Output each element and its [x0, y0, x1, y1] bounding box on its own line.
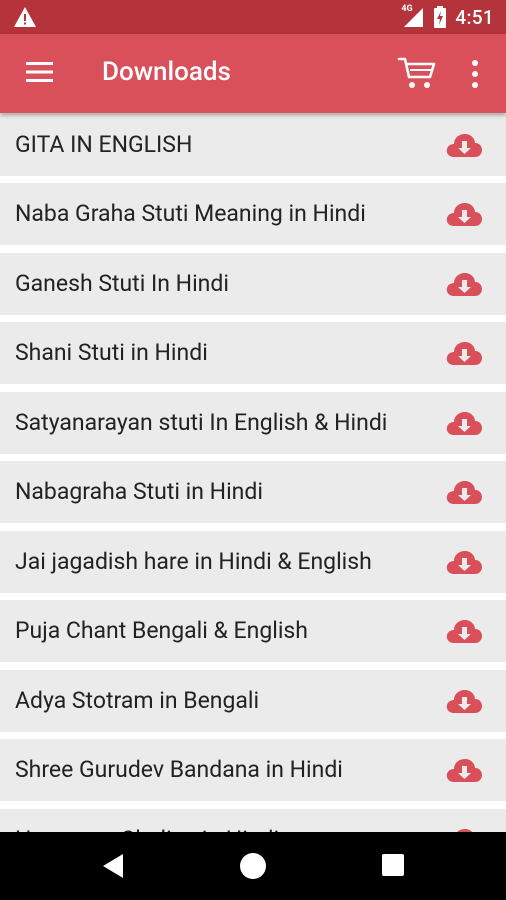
more-vert-icon[interactable] [468, 59, 482, 89]
list-item[interactable]: Shree Gurudev Bandana in Hindi [0, 739, 506, 801]
list-item-label: Nabagraha Stuti in Hindi [15, 478, 263, 505]
cloud-download-icon[interactable] [444, 547, 484, 577]
list-item-label: Naba Graha Stuti Meaning in Hindi [15, 200, 366, 227]
list-item[interactable]: Ganesh Stuti In Hindi [0, 253, 506, 315]
list-item[interactable]: Naba Graha Stuti Meaning in Hindi [0, 183, 506, 245]
cloud-download-icon[interactable] [444, 477, 484, 507]
warning-icon [14, 7, 36, 27]
list-item-label: Satyanarayan stuti In English & Hindi [15, 409, 388, 436]
list-item-label: Shree Gurudev Bandana in Hindi [15, 756, 343, 783]
list-item-label: Puja Chant Bengali & English [15, 617, 308, 644]
cloud-download-icon[interactable] [444, 755, 484, 785]
list-item-label: Shani Stuti in Hindi [15, 339, 208, 366]
list-item-label: Ganesh Stuti In Hindi [15, 270, 229, 297]
status-bar: 4G 4:51 [0, 0, 506, 34]
list-item-label: Jai jagadish hare in Hindi & English [15, 548, 372, 575]
app-bar: Downloads [0, 34, 506, 113]
cloud-download-icon[interactable] [444, 130, 484, 160]
list-item-label: Adya Stotram in Bengali [15, 687, 260, 714]
page-title: Downloads [102, 57, 231, 87]
cloud-download-icon[interactable] [444, 686, 484, 716]
list-item[interactable]: Hanuman Chalisa in Hindi [0, 809, 506, 832]
cloud-download-icon[interactable] [444, 338, 484, 368]
menu-icon[interactable] [26, 61, 53, 83]
cart-icon[interactable] [397, 55, 437, 91]
system-nav-bar [0, 832, 506, 900]
list-item[interactable]: Puja Chant Bengali & English [0, 600, 506, 662]
signal-icon [404, 8, 424, 27]
status-time: 4:51 [455, 5, 494, 29]
list-item-label: GITA IN ENGLISH [15, 131, 193, 158]
list-item[interactable]: Shani Stuti in Hindi [0, 322, 506, 384]
recents-icon[interactable] [382, 854, 404, 876]
list-item-label: Hanuman Chalisa in Hindi [15, 809, 279, 832]
cloud-download-icon[interactable] [444, 825, 484, 832]
battery-charging-icon [434, 6, 447, 28]
home-icon[interactable] [240, 853, 266, 879]
cloud-download-icon[interactable] [444, 199, 484, 229]
list-item[interactable]: Adya Stotram in Bengali [0, 670, 506, 732]
cloud-download-icon[interactable] [444, 269, 484, 299]
status-icons: 4G 4:51 [401, 0, 494, 34]
cloud-download-icon[interactable] [444, 408, 484, 438]
list-item[interactable]: GITA IN ENGLISH [0, 114, 506, 176]
cloud-download-icon[interactable] [444, 616, 484, 646]
list-item[interactable]: Nabagraha Stuti in Hindi [0, 461, 506, 523]
back-icon[interactable] [100, 852, 126, 880]
list-item[interactable]: Satyanarayan stuti In English & Hindi [0, 392, 506, 454]
list-item[interactable]: Jai jagadish hare in Hindi & English [0, 531, 506, 593]
downloads-list: GITA IN ENGLISH Naba Graha Stuti Meaning… [0, 113, 506, 832]
